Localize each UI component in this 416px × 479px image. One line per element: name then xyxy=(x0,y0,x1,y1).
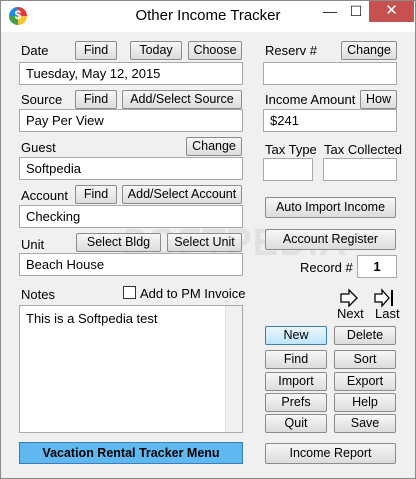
import-button[interactable]: Import xyxy=(265,372,327,391)
tax-type-label: Tax Type xyxy=(265,142,317,157)
notes-textarea[interactable]: This is a Softpedia test xyxy=(19,305,243,433)
delete-button[interactable]: Delete xyxy=(334,326,396,345)
tax-collected-field[interactable] xyxy=(323,158,397,181)
today-button[interactable]: Today xyxy=(130,41,182,60)
quit-button[interactable]: Quit xyxy=(265,414,327,433)
date-find-button[interactable]: Find xyxy=(75,41,117,60)
add-to-pm-invoice-label: Add to PM Invoice xyxy=(140,286,246,301)
maximize-button[interactable]: ☐ xyxy=(343,1,369,22)
source-label: Source xyxy=(21,92,63,107)
date-field[interactable]: Tuesday, May 12, 2015 xyxy=(19,62,243,85)
add-to-pm-invoice-checkbox[interactable] xyxy=(123,286,136,299)
vacation-rental-tracker-menu-button[interactable]: Vacation Rental Tracker Menu xyxy=(19,442,243,464)
form-area: SOFTPEDIA Date Find Today Choose Tuesday… xyxy=(9,32,407,472)
income-amount-label: Income Amount xyxy=(265,92,356,107)
unit-field[interactable]: Beach House xyxy=(19,253,243,276)
income-how-button[interactable]: How xyxy=(360,90,397,109)
source-field[interactable]: Pay Per View xyxy=(19,109,243,132)
reserv-label: Reserv # xyxy=(265,43,318,58)
help-button[interactable]: Help xyxy=(334,393,396,412)
guest-change-button[interactable]: Change xyxy=(186,137,242,156)
reserv-field[interactable] xyxy=(263,62,397,85)
auto-import-income-button[interactable]: Auto Import Income xyxy=(265,197,396,218)
account-label: Account xyxy=(21,188,68,203)
record-label: Record # xyxy=(300,260,353,275)
record-number-field[interactable]: 1 xyxy=(357,255,397,278)
close-button[interactable]: ✕ xyxy=(369,1,414,22)
next-arrow-icon[interactable] xyxy=(339,288,359,308)
income-amount-field[interactable]: $241 xyxy=(263,109,397,132)
notes-scrollbar[interactable] xyxy=(225,306,242,432)
next-label[interactable]: Next xyxy=(337,306,364,321)
reserv-change-button[interactable]: Change xyxy=(341,41,397,60)
select-unit-button[interactable]: Select Unit xyxy=(167,233,242,252)
select-bldg-button[interactable]: Select Bldg xyxy=(76,233,161,252)
guest-field[interactable]: Softpedia xyxy=(19,157,243,180)
tax-collected-label: Tax Collected xyxy=(324,142,403,157)
tax-type-field[interactable] xyxy=(263,158,313,181)
sort-button[interactable]: Sort xyxy=(334,350,396,369)
account-register-button[interactable]: Account Register xyxy=(265,229,396,250)
add-select-source-button[interactable]: Add/Select Source xyxy=(122,90,242,109)
last-arrow-icon[interactable] xyxy=(374,288,394,308)
notes-label: Notes xyxy=(21,287,55,302)
date-label: Date xyxy=(21,43,49,58)
prefs-button[interactable]: Prefs xyxy=(265,393,327,412)
unit-label: Unit xyxy=(21,237,45,252)
income-report-button[interactable]: Income Report xyxy=(265,443,396,464)
new-button[interactable]: New xyxy=(265,326,327,345)
app-window: Other Income Tracker — ☐ ✕ SOFTPEDIA Dat… xyxy=(0,0,416,479)
save-button[interactable]: Save xyxy=(334,414,396,433)
find-button[interactable]: Find xyxy=(265,350,327,369)
guest-label: Guest xyxy=(21,140,56,155)
minimize-button[interactable]: — xyxy=(317,1,343,22)
add-select-account-button[interactable]: Add/Select Account xyxy=(122,185,242,204)
account-find-button[interactable]: Find xyxy=(75,185,117,204)
account-field[interactable]: Checking xyxy=(19,205,243,228)
last-label[interactable]: Last xyxy=(375,306,400,321)
title-bar[interactable]: Other Income Tracker — ☐ ✕ xyxy=(1,1,415,32)
notes-text: This is a Softpedia test xyxy=(26,311,158,326)
source-find-button[interactable]: Find xyxy=(75,90,117,109)
choose-date-button[interactable]: Choose xyxy=(188,41,242,60)
export-button[interactable]: Export xyxy=(334,372,396,391)
